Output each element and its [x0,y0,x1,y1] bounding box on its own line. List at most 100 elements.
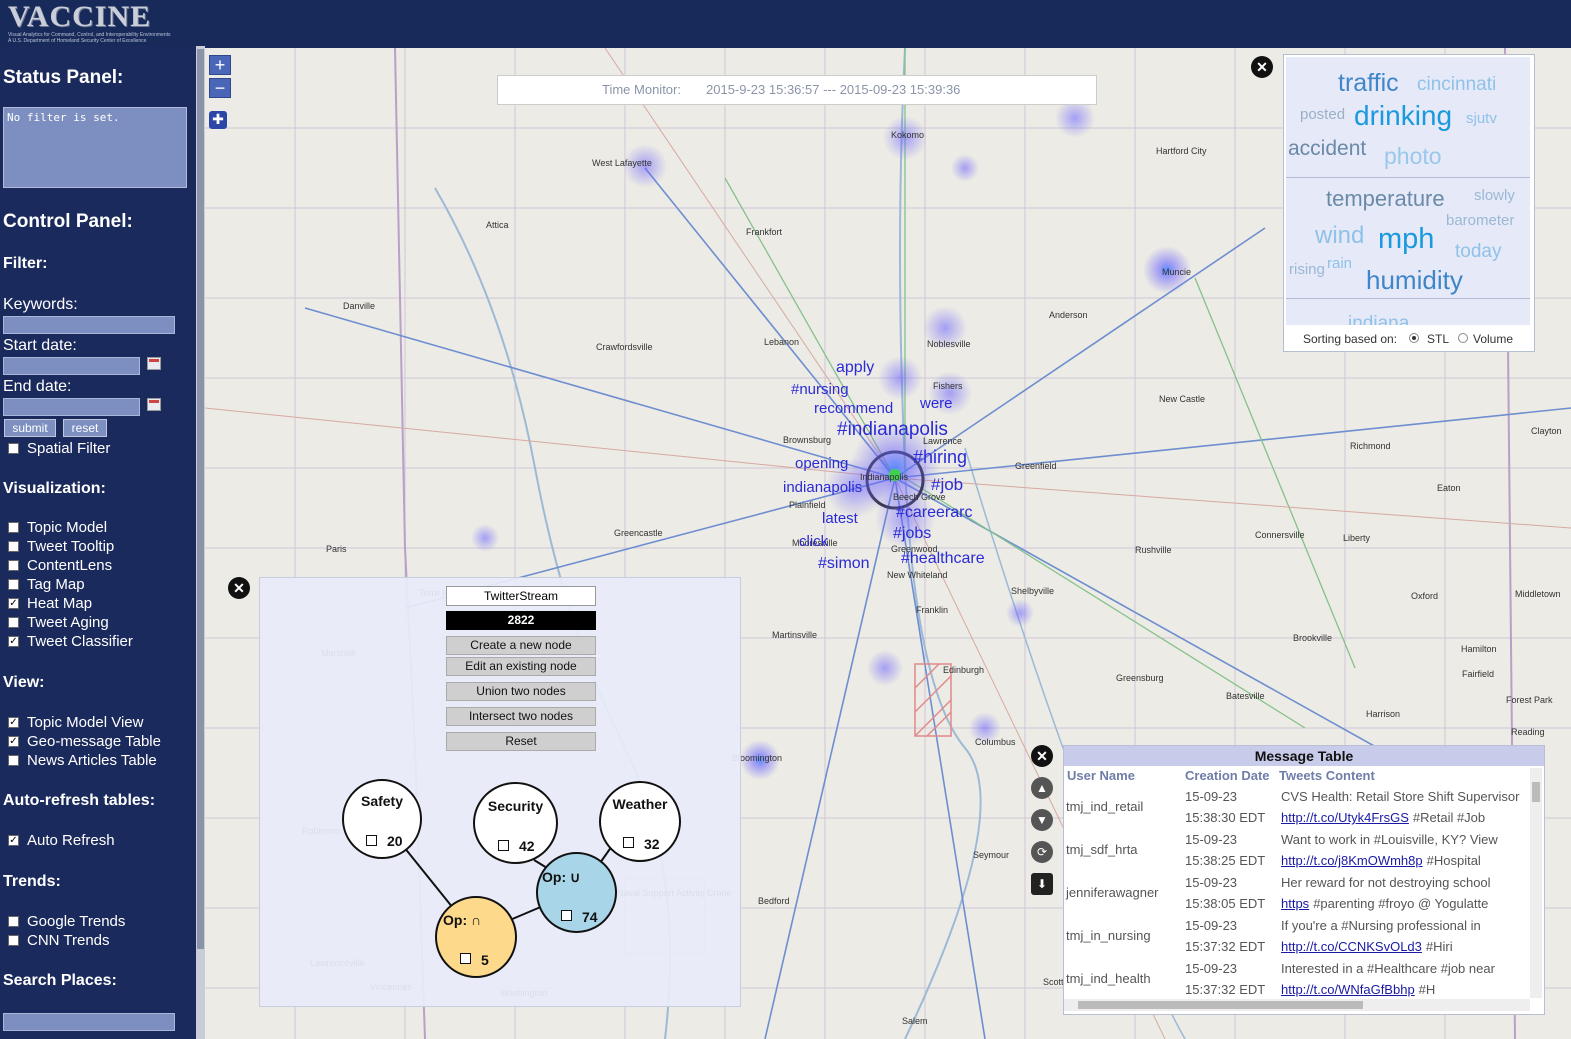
table-row[interactable]: jenniferawagner 15-09-23 15:38:05 EDT Her r… [1064,875,1530,918]
tag-map-word: were [920,395,953,412]
create-node-button[interactable]: Create a new node [446,636,596,655]
close-message-table-icon[interactable]: ✕ [1031,745,1053,767]
contentlens-checkbox[interactable] [8,560,19,571]
submit-button[interactable]: submit [4,419,56,437]
header-creation-date[interactable]: Creation Date [1185,768,1270,783]
city-label: Connersville [1255,530,1305,540]
city-label: Rushville [1135,545,1172,555]
sort-volume-radio[interactable] [1458,333,1468,343]
tag-map-checkbox[interactable] [8,579,19,590]
close-wordcloud-icon[interactable]: ✕ [1251,56,1273,78]
tag-map-word: indianapolis [783,479,863,496]
topic-model-view[interactable]: traffic cincinnati posted drinking sjutv… [1283,54,1535,352]
tweet-classifier-label: Tweet Classifier [27,633,133,650]
node-checkbox[interactable] [623,837,634,848]
tweet-link[interactable]: http://t.co/CCNKSvOLd3 [1281,939,1422,954]
tag-map-label: Tag Map [27,576,85,593]
tag-map-word: #jobs [893,525,932,542]
topic-model-view-checkbox[interactable]: ✓ [8,717,19,728]
reset-nodes-button[interactable]: Reset [446,732,596,751]
status-textarea[interactable]: No filter is set. [3,107,187,188]
download-icon[interactable]: ⬇ [1031,873,1053,895]
spatial-filter-label: Spatial Filter [27,440,111,457]
table-horizontal-scrollbar[interactable] [1064,999,1530,1011]
node-name: Safety [360,793,404,809]
node-checkbox[interactable] [460,953,471,964]
classifier-node-weather[interactable]: Weather 32 [599,781,681,862]
node-checkbox[interactable] [561,910,572,921]
row-tweet-text-2: http://t.co/CCNKSvOLd3 #Hiri [1281,939,1528,954]
tweet-link[interactable]: http://t.co/Utyk4FrsGS [1281,810,1409,825]
tweet-link[interactable]: https [1281,896,1309,911]
geo-message-table-checkbox[interactable]: ✓ [8,736,19,747]
tweet-aging-checkbox[interactable] [8,617,19,628]
twitterstream-node-title[interactable]: TwitterStream [446,586,596,606]
city-label: Richmond [1350,441,1391,451]
classifier-node-union[interactable]: Op: ∪ 74 [536,852,617,933]
heat-map-checkbox[interactable]: ✓ [8,598,19,609]
keywords-input[interactable] [3,316,175,334]
reset-button[interactable]: reset [63,419,107,437]
header-tweets-content[interactable]: Tweets Content [1279,768,1375,783]
city-label: Columbus [975,737,1016,747]
message-table-title: Message Table [1064,746,1544,766]
city-label: Fishers [933,381,963,391]
tweet-classifier-checkbox[interactable]: ✓ [8,636,19,647]
row-tweet-text-2: http://t.co/WNfaGfBbhp #H [1281,982,1528,997]
calendar-icon[interactable] [147,357,161,370]
edit-node-button[interactable]: Edit an existing node [446,657,596,676]
city-label: Lebanon [764,337,800,347]
node-checkbox[interactable] [366,835,377,846]
refresh-icon[interactable]: ⟳ [1031,841,1053,863]
city-label: Edinburgh [943,665,985,675]
header-user-name[interactable]: User Name [1067,768,1135,783]
scroll-up-icon[interactable]: ▲ [1031,777,1053,799]
zoom-out-button[interactable]: − [209,78,231,98]
draw-tool-icon[interactable]: ✚ [209,111,227,129]
search-places-heading: Search Places: [3,972,117,989]
sort-stl-radio[interactable] [1409,333,1419,343]
classifier-node-safety[interactable]: Safety 20 [342,779,422,859]
filter-heading: Filter: [3,255,48,272]
topic-model-checkbox[interactable] [8,522,19,533]
classifier-node-security[interactable]: Security 42 [473,782,558,864]
city-label: Noblesville [927,339,971,349]
scrollbar-thumb[interactable] [197,49,204,949]
table-row[interactable]: tmj_sdf_hrta 15-09-23 15:38:25 EDT Want to … [1064,832,1530,875]
google-trends-checkbox[interactable] [8,916,19,927]
table-vertical-scrollbar[interactable] [1530,768,1542,998]
logo-subtitle-2: A U.S. Department of Homeland Security C… [8,38,147,44]
row-tweet-tags: #Hospital [1426,853,1481,868]
news-articles-table-checkbox[interactable] [8,755,19,766]
classifier-node-intersect[interactable]: Op: ∩ 5 [435,896,517,978]
close-stream-panel-icon[interactable]: ✕ [228,577,250,599]
calendar-icon[interactable] [147,398,161,411]
table-row[interactable]: tmj_ind_retail 15-09-23 15:38:30 EDT CVS He… [1064,789,1530,832]
zoom-in-button[interactable]: + [209,55,231,75]
spatial-filter-checkbox[interactable] [8,443,19,454]
topic-word: today [1455,241,1502,262]
row-tweet-text: Want to work in #Louisville, KY? View [1281,832,1498,847]
scroll-down-icon[interactable]: ▼ [1031,809,1053,831]
search-places-input[interactable] [3,1013,175,1031]
city-label: Liberty [1343,533,1371,543]
topic-divider [1286,298,1530,299]
table-row[interactable]: tmj_ind_health 15-09-23 15:37:32 EDT Intere… [1064,961,1530,1004]
row-time: 15:37:32 EDT [1185,982,1266,997]
keywords-label: Keywords: [3,296,78,313]
tweet-link[interactable]: http://t.co/WNfaGfBbhp [1281,982,1415,997]
auto-refresh-checkbox[interactable]: ✓ [8,835,19,846]
cnn-trends-checkbox[interactable] [8,935,19,946]
table-row[interactable]: tmj_in_nursing 15-09-23 15:37:32 EDT If you… [1064,918,1530,961]
sidebar-scrollbar[interactable] [196,46,205,1039]
tweet-link[interactable]: http://t.co/j8KmOWmh8p [1281,853,1423,868]
row-tweet-tags: #Retail #Job [1412,810,1486,825]
node-checkbox[interactable] [498,840,509,851]
city-label: Seymour [973,850,1010,860]
end-date-input[interactable] [3,398,140,416]
start-date-input[interactable] [3,357,140,375]
tweet-tooltip-checkbox[interactable] [8,541,19,552]
intersect-nodes-button[interactable]: Intersect two nodes [446,707,596,726]
union-nodes-button[interactable]: Union two nodes [446,682,596,701]
sorting-label: Sorting based on: [1303,332,1398,346]
